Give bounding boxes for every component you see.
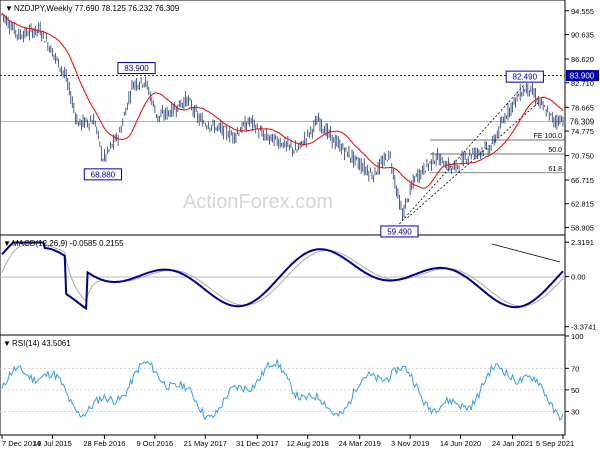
- macd-panel: [0, 234, 566, 336]
- price-tick-label: 66.715: [571, 176, 594, 185]
- x-tick-label: 31 Dec 2017: [236, 439, 279, 448]
- price-tick-label: 94.555: [571, 7, 594, 16]
- price-tick-label: 86.620: [571, 55, 594, 64]
- price-tick-label: 70.750: [571, 151, 594, 160]
- price-annotation-label: 68.880: [91, 170, 116, 179]
- x-tick-label: 28 Feb 2016: [83, 439, 125, 448]
- rsi-tick-label: 30: [571, 407, 579, 416]
- current-price-tag-label: 76.309: [570, 118, 595, 127]
- macd-title: MACD(12,26,9) -0.0585 0.2155: [12, 239, 124, 248]
- rsi-panel: [0, 334, 566, 436]
- fib-level-label: 61.8: [548, 166, 562, 173]
- price-tick-label: 90.635: [571, 31, 594, 40]
- watermark: ActionForex.com: [183, 191, 333, 213]
- macd-tick-label: 0.00: [571, 273, 586, 282]
- macd-axis: 2.3191 0.00 -3.3741: [565, 238, 596, 332]
- rsi-title: RSI(14) 43.5061: [12, 339, 71, 348]
- fib-level-label: FE 100.0: [534, 133, 563, 140]
- x-tick-label: 24 Mar 2019: [339, 439, 381, 448]
- x-tick-label: 19 Jul 2015: [33, 439, 72, 448]
- price-tick-label: 74.775: [571, 127, 594, 136]
- x-axis: 7 Dec 201419 Jul 2015 28 Feb 2016 9 Oct 20…: [1, 435, 574, 448]
- price-annotation-label: 83.900: [124, 64, 149, 73]
- chart-root: ActionForex.com 94.55590.63586.62082.710…: [0, 0, 599, 448]
- x-tick-label: 14 Jun 2020: [440, 439, 481, 448]
- x-tick-label: 24 Jan 2021: [492, 439, 533, 448]
- macd-tick-label: 2.3191: [571, 238, 594, 247]
- x-tick-label: 12 Aug 2018: [287, 439, 329, 448]
- rsi-tick-label: 70: [571, 364, 579, 373]
- price-title: NZDJPY,Weekly 77.690 78.125 76.232 76.30…: [14, 4, 180, 13]
- macd-tick-label: -3.3741: [571, 323, 596, 332]
- x-tick-label: 5 Sep 2021: [536, 439, 574, 448]
- price-tick-label: 58.905: [571, 223, 594, 232]
- price-annotation-label: 82.490: [513, 73, 538, 82]
- price-tick-label: 78.665: [571, 103, 594, 112]
- rsi-title-icon: ▼: [3, 339, 11, 348]
- price-tick-label: 62.815: [571, 200, 594, 209]
- x-tick-label: 9 Oct 2016: [137, 439, 174, 448]
- rsi-tick-label: 100: [571, 332, 584, 341]
- fib-level-label: 50.0: [548, 147, 562, 154]
- x-tick-label: 21 May 2017: [184, 439, 227, 448]
- resistance-tag-label: 83.900: [570, 72, 595, 81]
- macd-title-icon: ▼: [3, 239, 11, 248]
- rsi-tick-label: 50: [571, 386, 579, 395]
- price-annotation-label: 59.490: [387, 227, 412, 236]
- x-tick-label: 3 Nov 2019: [391, 439, 429, 448]
- price-title-icon: ▼: [5, 4, 13, 13]
